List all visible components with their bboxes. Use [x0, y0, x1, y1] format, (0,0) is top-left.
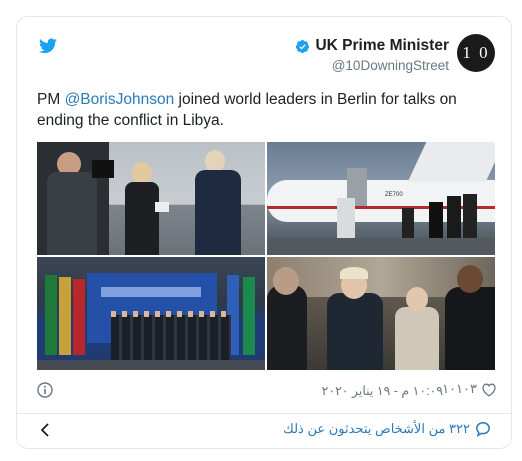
- speech-bubble-icon: [476, 422, 490, 437]
- like-action[interactable]: ١٠١٠٣: [442, 381, 497, 397]
- tweet-meta-row: ١٠:٠٩ م - ١٩ يناير ٢٠٢٠ ١٠١٠٣: [37, 380, 497, 400]
- info-icon[interactable]: [37, 382, 53, 398]
- photo-plane-arrival[interactable]: ZE700: [267, 142, 495, 255]
- photo-leaders-meeting[interactable]: [267, 257, 495, 370]
- heart-icon[interactable]: [481, 382, 497, 397]
- photo-press-interview[interactable]: [37, 142, 265, 255]
- twitter-logo-icon[interactable]: [39, 38, 57, 54]
- tweet-text-prefix: PM: [37, 91, 65, 108]
- mention-link[interactable]: @BorisJohnson: [65, 91, 175, 108]
- photo-family-photo[interactable]: [37, 257, 265, 370]
- author-name-row[interactable]: UK Prime Minister: [295, 37, 449, 55]
- tweet-text: PM @BorisJohnson joined world leaders in…: [37, 89, 497, 131]
- aircraft-registration: ZE700: [385, 192, 403, 198]
- author-display-name[interactable]: UK Prime Minister: [315, 37, 449, 55]
- like-count: ١٠١٠٣: [442, 381, 477, 396]
- chevron-left-icon[interactable]: [39, 422, 51, 438]
- tweet-card[interactable]: UK Prime Minister @10DowningStreet 1 0 P…: [16, 16, 512, 449]
- author-handle[interactable]: @10DowningStreet: [332, 58, 449, 73]
- tweet-timestamp[interactable]: ١٠:٠٩ م - ١٩ يناير ٢٠٢٠: [322, 383, 443, 398]
- conversation-text[interactable]: ٣٢٢ من الأشخاص يتحدثون عن ذلك: [283, 421, 470, 437]
- conversation-link[interactable]: ٣٢٢ من الأشخاص يتحدثون عن ذلك: [283, 421, 491, 437]
- avatar[interactable]: 1 0: [457, 34, 495, 72]
- tweet-footer: ٣٢٢ من الأشخاص يتحدثون عن ذلك: [17, 414, 511, 448]
- verified-badge-icon: [296, 39, 310, 53]
